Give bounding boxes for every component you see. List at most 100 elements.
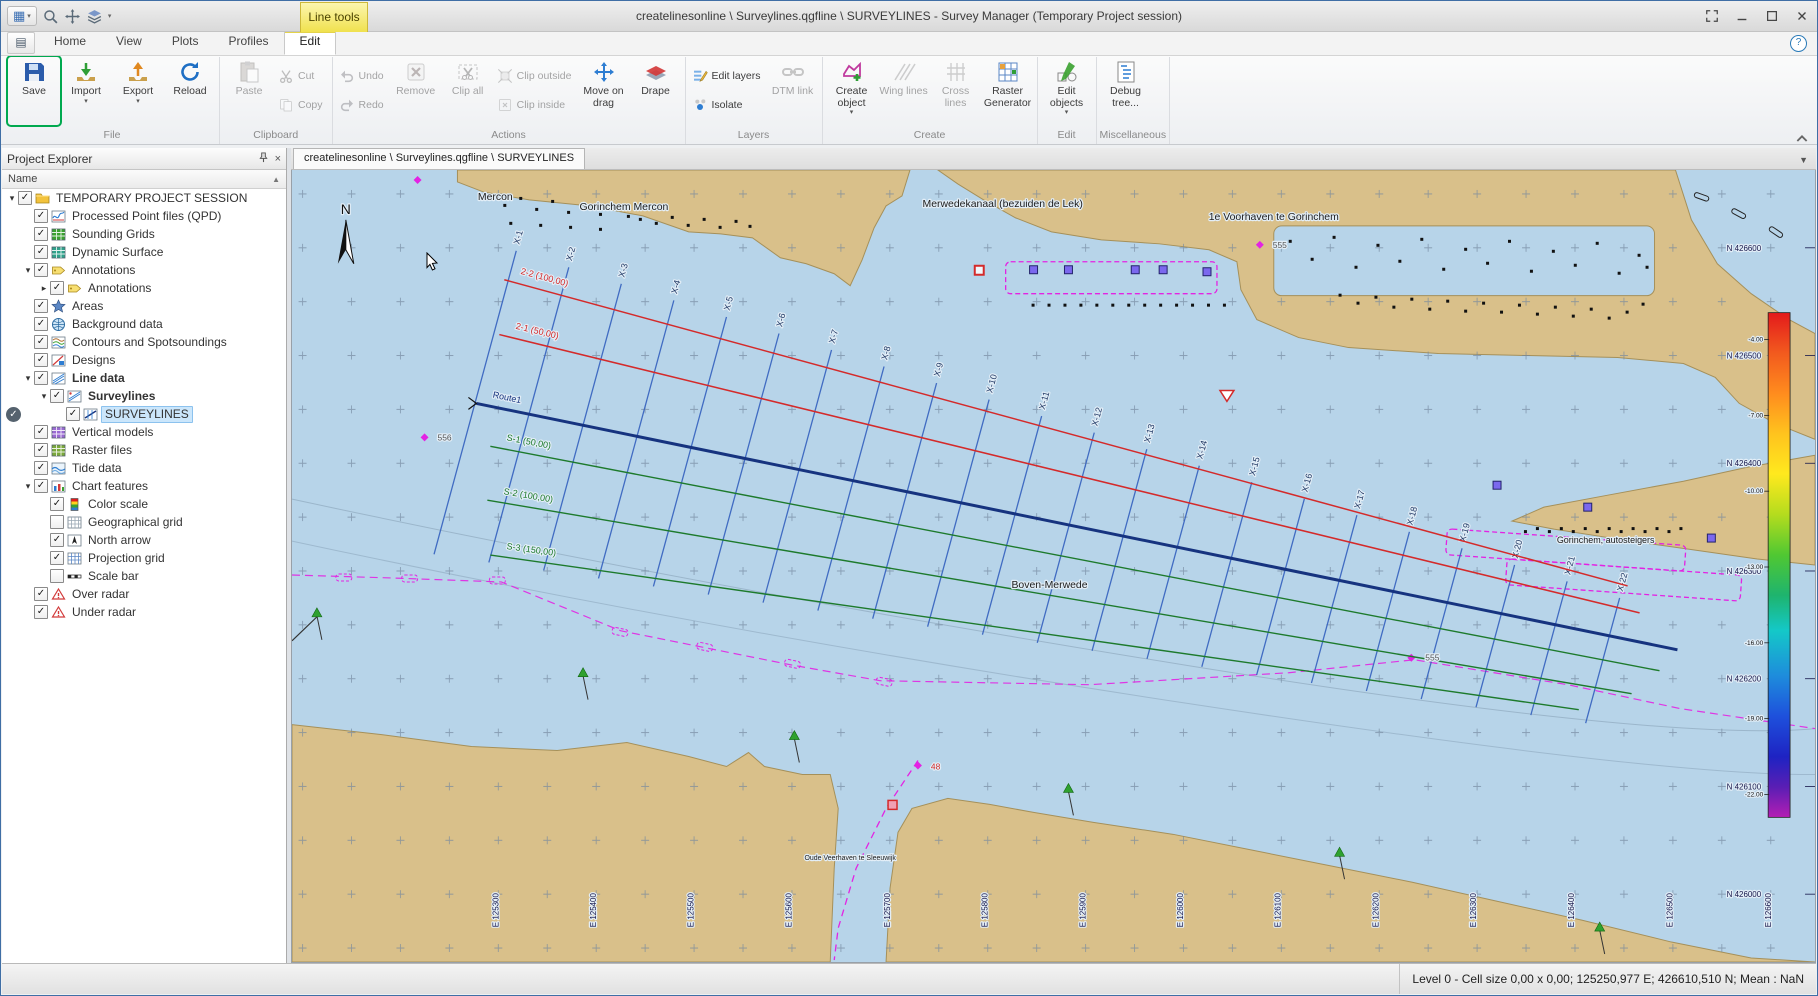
ribbon-button-raster-generator[interactable]: Raster Generator (982, 57, 1034, 125)
checkbox[interactable] (50, 551, 64, 565)
checkbox[interactable] (34, 461, 48, 475)
ribbon-button-dtm-link[interactable]: DTM link (767, 57, 819, 125)
ribbon-button-cut[interactable]: Cut (275, 66, 329, 86)
ribbon-button-edit-layers[interactable]: Edit layers (689, 66, 767, 86)
tree-item-color-scale[interactable]: Color scale (2, 495, 286, 513)
tree-item-temporary-project-session[interactable]: ▾TEMPORARY PROJECT SESSION (2, 189, 286, 207)
checkbox[interactable] (34, 227, 48, 241)
checkbox[interactable] (34, 353, 48, 367)
ribbon-button-undo[interactable]: Undo (336, 66, 390, 86)
ribbon-button-move-on-drag[interactable]: Move on drag (578, 57, 630, 125)
tree-item-scale-bar[interactable]: Scale bar (2, 567, 286, 585)
help-icon[interactable]: ? (1790, 35, 1807, 52)
checkbox[interactable] (50, 389, 64, 403)
checkbox[interactable] (34, 443, 48, 457)
expanded-arrow-icon[interactable]: ▾ (22, 265, 34, 276)
ribbon-button-edit-objects[interactable]: Edit objects▾ (1041, 57, 1093, 125)
close-icon[interactable]: × (275, 153, 281, 165)
menu-button[interactable]: ▤ (7, 32, 35, 54)
ribbon-button-clip-all[interactable]: Clip all (442, 57, 494, 125)
checkbox[interactable] (50, 281, 64, 295)
tree-item-surveylines[interactable]: ▾Surveylines (2, 387, 286, 405)
ribbon-button-wing-lines[interactable]: Wing lines (878, 57, 930, 125)
pin-icon[interactable] (258, 152, 269, 166)
close-button[interactable] (1787, 5, 1817, 27)
tree-item-over-radar[interactable]: Over radar (2, 585, 286, 603)
document-tab-list-caret[interactable]: ▼ (1799, 155, 1808, 165)
context-tab-line-tools[interactable]: Line tools (300, 2, 368, 32)
ribbon-button-clip-inside[interactable]: Clip inside (494, 95, 578, 115)
ribbon-button-drape[interactable]: Drape (630, 57, 682, 125)
tree-item-areas[interactable]: Areas (2, 297, 286, 315)
tree-item-dynamic-surface[interactable]: Dynamic Surface (2, 243, 286, 261)
tree-item-vertical-models[interactable]: Vertical models (2, 423, 286, 441)
checkbox[interactable] (50, 533, 64, 547)
tree-item-north-arrow[interactable]: North arrow (2, 531, 286, 549)
tree-item-tide-data[interactable]: Tide data (2, 459, 286, 477)
ribbon-button-isolate[interactable]: Isolate (689, 95, 767, 115)
checkbox[interactable] (34, 587, 48, 601)
layers-icon[interactable] (86, 8, 103, 25)
expanded-arrow-icon[interactable]: ▾ (38, 391, 50, 402)
checkbox[interactable] (34, 299, 48, 313)
checkbox[interactable] (50, 569, 64, 583)
tab-edit[interactable]: Edit (284, 30, 337, 55)
tree-item-processed-point-files-qpd[interactable]: Processed Point files (QPD) (2, 207, 286, 225)
tree-item-annotations[interactable]: ▾Annotations (2, 261, 286, 279)
checkbox[interactable] (34, 245, 48, 259)
pan-icon[interactable] (64, 8, 81, 25)
checkbox[interactable] (50, 497, 64, 511)
zoom-icon[interactable] (42, 8, 59, 25)
document-tab[interactable]: createlinesonline \ Surveylines.qgfline … (293, 148, 585, 169)
checkbox[interactable] (34, 425, 48, 439)
checkbox[interactable] (50, 515, 64, 529)
minimize-button[interactable] (1727, 5, 1757, 27)
tree-item-contours-and-spotsoundings[interactable]: Contours and Spotsoundings (2, 333, 286, 351)
checkbox[interactable] (66, 407, 80, 421)
ribbon-button-paste[interactable]: Paste (223, 57, 275, 125)
ribbon-button-copy[interactable]: Copy (275, 95, 329, 115)
collapsed-arrow-icon[interactable]: ▸ (38, 283, 50, 294)
fullscreen-button[interactable] (1697, 5, 1727, 27)
tree-column-header[interactable]: Name ▲ (2, 170, 286, 189)
ribbon-button-debug-tree[interactable]: Debug tree... (1100, 57, 1152, 125)
checkbox[interactable] (18, 191, 32, 205)
tree-item-surveylines[interactable]: SURVEYLINES (2, 405, 286, 423)
tree-item-line-data[interactable]: ▾Line data (2, 369, 286, 387)
ribbon-button-clip-outside[interactable]: Clip outside (494, 66, 578, 86)
checkbox[interactable] (34, 209, 48, 223)
ribbon-button-save[interactable]: Save (8, 57, 60, 125)
expanded-arrow-icon[interactable]: ▾ (22, 373, 34, 384)
ribbon-button-cross-lines[interactable]: Cross lines (930, 57, 982, 125)
tree-item-background-data[interactable]: Background data (2, 315, 286, 333)
map-canvas[interactable]: X-1X-2X-3X-4X-5X-6X-7X-8X-9X-10X-11X-12X… (292, 170, 1815, 962)
checkbox[interactable] (34, 605, 48, 619)
expanded-arrow-icon[interactable]: ▾ (6, 193, 18, 204)
tree-item-sounding-grids[interactable]: Sounding Grids (2, 225, 286, 243)
tab-plots[interactable]: Plots (157, 30, 214, 53)
tree-item-annotations[interactable]: ▸Annotations (2, 279, 286, 297)
tab-view[interactable]: View (101, 30, 157, 53)
qat-dropdown-caret[interactable]: ▾ (108, 12, 112, 20)
checkbox[interactable] (34, 263, 48, 277)
ribbon-button-export[interactable]: Export▾ (112, 57, 164, 125)
ribbon-button-import[interactable]: Import▾ (60, 57, 112, 125)
ribbon-button-remove[interactable]: Remove (390, 57, 442, 125)
ribbon-button-create-object[interactable]: Create object▾ (826, 57, 878, 125)
app-menu-button[interactable]: ▦▾ (7, 6, 37, 26)
maximize-button[interactable] (1757, 5, 1787, 27)
checkbox[interactable] (34, 371, 48, 385)
checkbox[interactable] (34, 317, 48, 331)
tree-item-under-radar[interactable]: Under radar (2, 603, 286, 621)
tree-item-raster-files[interactable]: Raster files (2, 441, 286, 459)
expanded-arrow-icon[interactable]: ▾ (22, 481, 34, 492)
checkbox[interactable] (34, 479, 48, 493)
checkbox[interactable] (34, 335, 48, 349)
tree-item-designs[interactable]: Designs (2, 351, 286, 369)
ribbon-button-reload[interactable]: Reload (164, 57, 216, 125)
ribbon-collapse-icon[interactable] (1795, 130, 1809, 140)
tree-item-projection-grid[interactable]: Projection grid (2, 549, 286, 567)
ribbon-button-redo[interactable]: Redo (336, 95, 390, 115)
tree-item-geographical-grid[interactable]: Geographical grid (2, 513, 286, 531)
tab-profiles[interactable]: Profiles (214, 30, 284, 53)
